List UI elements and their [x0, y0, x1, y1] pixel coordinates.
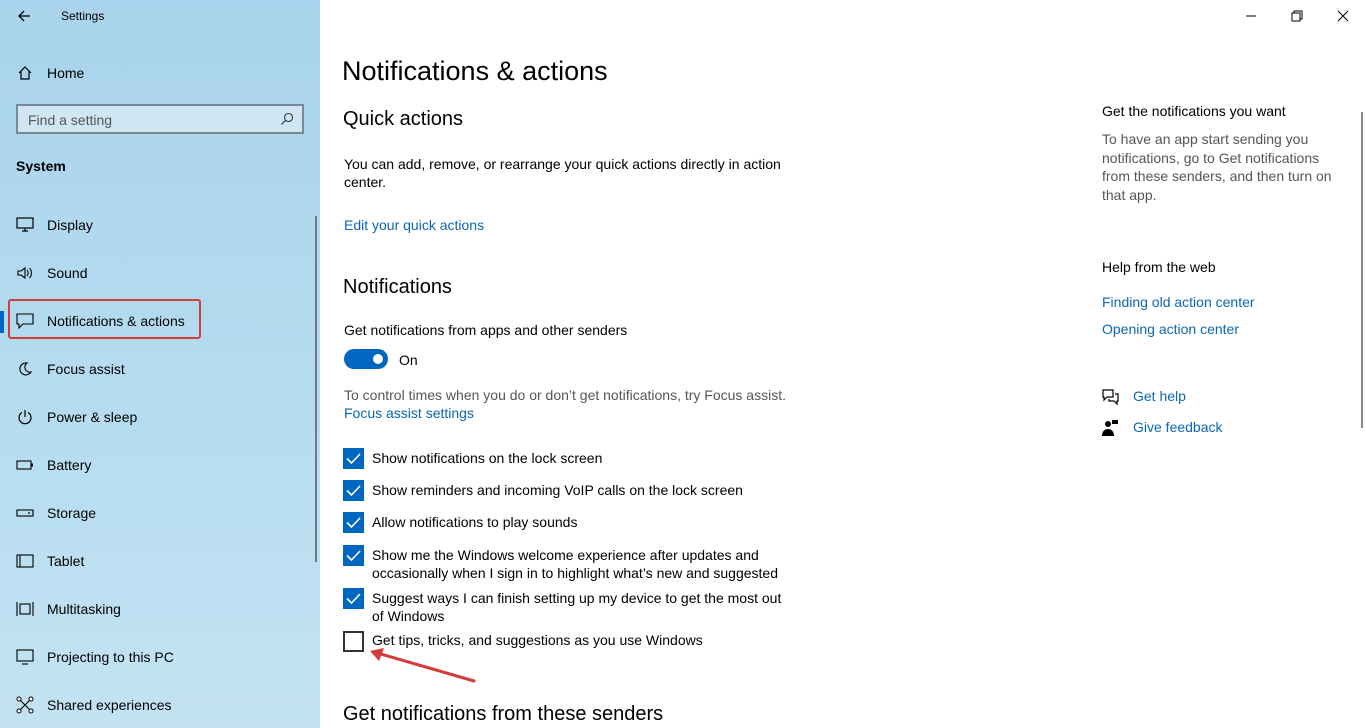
sidebar-item-projecting[interactable]: Projecting to this PC — [0, 637, 320, 677]
restore-icon — [1291, 10, 1303, 22]
focus-assist-settings-link[interactable]: Focus assist settings — [344, 405, 474, 421]
projecting-icon — [16, 648, 34, 666]
checkbox-label: Show notifications on the lock screen — [372, 450, 603, 466]
minimize-icon — [1246, 15, 1256, 17]
restore-button[interactable] — [1274, 0, 1320, 32]
multitasking-icon — [16, 600, 34, 618]
annotation-highlight-box — [8, 299, 201, 339]
voip-lock-screen-checkbox[interactable] — [343, 480, 364, 501]
sidebar-item-label: Power & sleep — [47, 409, 138, 425]
minimize-button[interactable] — [1228, 0, 1274, 32]
sidebar: Settings Home Find a setting System Disp… — [0, 0, 320, 728]
lock-screen-checkbox[interactable] — [343, 448, 364, 469]
sounds-checkbox[interactable] — [343, 512, 364, 533]
notifications-toggle[interactable] — [344, 349, 388, 369]
sidebar-item-label: Multitasking — [47, 601, 121, 617]
sidebar-item-tablet[interactable]: Tablet — [0, 541, 320, 581]
checkbox-label: Show reminders and incoming VoIP calls o… — [372, 482, 743, 498]
checkbox-label: Show me the Windows welcome experience a… — [372, 547, 778, 581]
sidebar-item-storage[interactable]: Storage — [0, 493, 320, 533]
active-indicator — [0, 311, 4, 333]
sidebar-item-sound[interactable]: Sound — [0, 253, 320, 293]
checkmark-icon — [346, 593, 361, 605]
checkbox-label: Allow notifications to play sounds — [372, 514, 578, 530]
focus-assist-text: To control times when you do or don’t ge… — [344, 387, 786, 403]
checkmark-icon — [346, 485, 361, 497]
sound-icon — [16, 264, 34, 282]
sidebar-item-power-sleep[interactable]: Power & sleep — [0, 397, 320, 437]
sidebar-item-shared-experiences[interactable]: Shared experiences — [0, 685, 320, 725]
battery-icon — [16, 456, 34, 474]
main-scrollbar[interactable] — [1361, 112, 1363, 428]
sidebar-item-multitasking[interactable]: Multitasking — [0, 589, 320, 629]
sidebar-item-label: Battery — [47, 457, 92, 473]
sidebar-item-label: Projecting to this PC — [47, 649, 174, 665]
feedback-icon — [1102, 420, 1118, 436]
search-icon[interactable] — [280, 112, 294, 126]
back-button[interactable] — [10, 4, 38, 28]
notifications-toggle-caption: Get notifications from apps and other se… — [344, 322, 628, 338]
close-button[interactable] — [1320, 0, 1366, 32]
notifications-heading: Notifications — [343, 276, 452, 298]
sidebar-item-battery[interactable]: Battery — [0, 445, 320, 485]
setup-suggestions-checkbox[interactable] — [343, 588, 364, 609]
sidebar-item-label: Storage — [47, 505, 97, 521]
quick-actions-heading: Quick actions — [343, 108, 464, 130]
home-label: Home — [47, 65, 85, 81]
checkmark-icon — [346, 517, 361, 529]
sidebar-item-label: Tablet — [47, 553, 85, 569]
senders-heading: Get notifications from these senders — [343, 703, 664, 725]
search-placeholder: Find a setting — [28, 112, 113, 128]
get-notifications-text: To have an app start sending you notific… — [1102, 131, 1332, 203]
sidebar-item-display[interactable]: Display — [0, 205, 320, 245]
search-input[interactable]: Find a setting — [16, 104, 304, 134]
sidebar-item-label: Focus assist — [47, 361, 125, 377]
edit-quick-actions-link[interactable]: Edit your quick actions — [344, 217, 484, 233]
sidebar-scrollbar[interactable] — [315, 216, 317, 562]
app-title: Settings — [61, 9, 105, 23]
help-web-heading: Help from the web — [1102, 259, 1216, 275]
quick-actions-description: You can add, remove, or rearrange your q… — [344, 156, 781, 190]
sidebar-item-label: Sound — [47, 265, 88, 281]
home-nav-item[interactable]: Home — [0, 56, 320, 90]
sidebar-item-focus-assist[interactable]: Focus assist — [0, 349, 320, 389]
get-notifications-heading: Get the notifications you want — [1102, 103, 1286, 119]
section-title: System — [16, 158, 66, 174]
checkmark-icon — [346, 453, 361, 465]
checkbox-label: Suggest ways I can finish setting up my … — [372, 590, 782, 624]
back-arrow-icon — [18, 10, 30, 22]
display-icon — [16, 216, 34, 234]
sidebar-item-label: Display — [47, 217, 93, 233]
get-help-link[interactable]: Get help — [1133, 388, 1186, 404]
annotation-arrow-icon — [370, 648, 476, 683]
home-icon — [16, 64, 34, 82]
page-title: Notifications & actions — [342, 56, 608, 86]
tips-tricks-checkbox[interactable] — [343, 631, 364, 652]
power-icon — [16, 408, 34, 426]
storage-icon — [16, 504, 34, 522]
close-icon — [1337, 10, 1349, 22]
moon-icon — [16, 360, 34, 378]
toggle-knob — [373, 354, 383, 364]
sidebar-item-label: Shared experiences — [47, 697, 172, 713]
get-help-icon — [1102, 389, 1119, 406]
toggle-state-label: On — [399, 352, 418, 368]
opening-action-center-link[interactable]: Opening action center — [1102, 321, 1239, 337]
give-feedback-link[interactable]: Give feedback — [1133, 419, 1223, 435]
finding-old-action-center-link[interactable]: Finding old action center — [1102, 294, 1255, 310]
tablet-icon — [16, 552, 34, 570]
shared-icon — [16, 696, 34, 714]
welcome-experience-checkbox[interactable] — [343, 545, 364, 566]
checkmark-icon — [346, 550, 361, 562]
